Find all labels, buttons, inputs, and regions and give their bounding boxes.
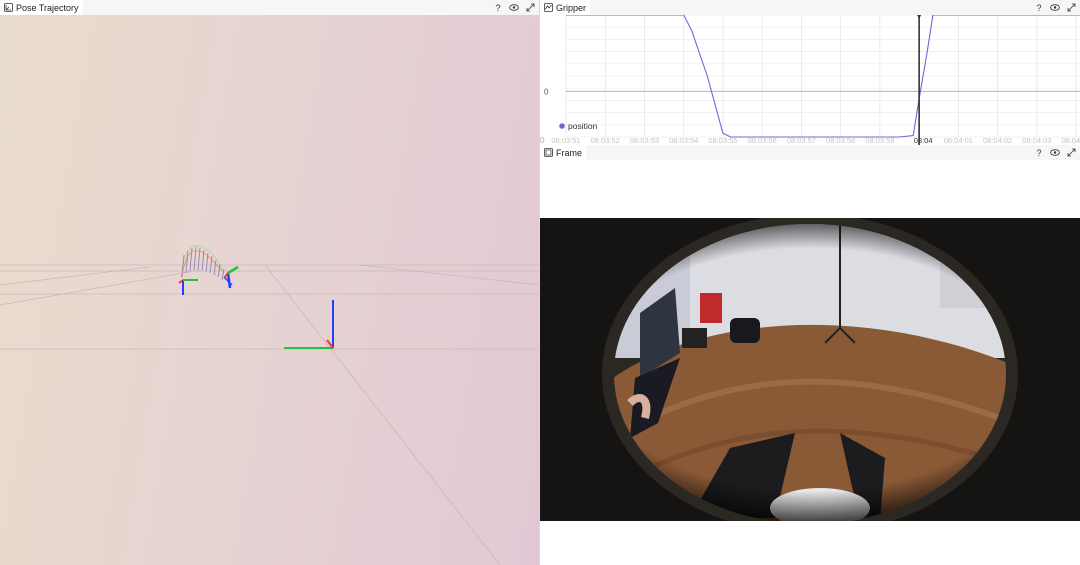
time-cursor-handle[interactable] [917, 15, 922, 19]
camera-frame-image [540, 218, 1080, 521]
x-tick-label: 08:03:58 [826, 136, 855, 145]
spatial-view-icon [4, 3, 13, 12]
trajectory-path [180, 244, 225, 281]
visibility-eye-icon[interactable] [1050, 147, 1060, 159]
help-button[interactable]: ? [1034, 2, 1044, 14]
x-tick-label: 08:03:55 [708, 136, 737, 145]
gripper-time-series-plot[interactable]: 0 0 08:03:51 08:03:52 08:03:53 08:03:54 08:03:… [540, 15, 1080, 145]
x-tick-label: 08:03:57 [787, 136, 816, 145]
maximize-icon[interactable] [1066, 147, 1076, 159]
x-tick-label: 08:04 [914, 136, 933, 145]
tab-gripper[interactable]: Gripper [540, 0, 591, 15]
x-tick-label: 08:04:03 [1022, 136, 1051, 145]
help-button[interactable]: ? [493, 2, 503, 14]
x-tick-label: 08:04:02 [983, 136, 1012, 145]
y-tick-label: 0 [544, 87, 549, 96]
x-tick-label: 08:03:52 [591, 136, 620, 145]
frame-header-actions: ? [1034, 145, 1076, 160]
fisheye-camera-image [540, 218, 1080, 521]
help-button[interactable]: ? [1034, 147, 1044, 159]
image-view-icon [544, 148, 553, 157]
frame-panel-header: Frame ? [540, 145, 1080, 160]
legend-position-swatch [559, 123, 565, 129]
gripper-panel-header: Gripper ? [540, 0, 1080, 15]
x-tick-label: 08:03:53 [630, 136, 659, 145]
time-series-icon [544, 3, 553, 12]
frame-view[interactable] [540, 160, 1080, 565]
chart-legend: position [559, 121, 598, 131]
pose-panel-header: Pose Trajectory ? [0, 0, 539, 15]
x-tick-label: 08:03:59 [865, 136, 894, 145]
pose-panel-title: Pose Trajectory [16, 2, 79, 13]
x-tick-label: 08:03:51 [551, 136, 580, 145]
pose-3d-view[interactable] [0, 15, 539, 565]
origin-axes [284, 300, 334, 349]
visibility-eye-icon[interactable] [1050, 2, 1060, 14]
visibility-eye-icon[interactable] [509, 2, 519, 14]
start-pose-axes [178, 279, 198, 295]
gripper-chart: 0 0 08:03:51 08:03:52 08:03:53 08:03:54 08:03:… [540, 15, 1080, 145]
legend-position-label: position [568, 121, 598, 131]
x-tick-start-label: 0 [540, 136, 545, 145]
frame-panel-title: Frame [556, 147, 583, 158]
x-tick-label: 08:04:04 [1061, 136, 1080, 145]
x-tick-label: 08:04:01 [944, 136, 973, 145]
pose-3d-scene [0, 244, 539, 565]
end-pose-axes [223, 265, 239, 289]
gripper-header-actions: ? [1034, 0, 1076, 15]
tab-frame[interactable]: Frame [540, 145, 587, 160]
x-tick-label: 08:03:56 [748, 136, 777, 145]
pose-header-actions: ? [493, 0, 535, 15]
ground-grid [0, 264, 539, 565]
maximize-icon[interactable] [525, 2, 535, 14]
tab-pose-trajectory[interactable]: Pose Trajectory [0, 0, 83, 15]
x-tick-label: 08:03:54 [669, 136, 698, 145]
gripper-panel-title: Gripper [556, 2, 587, 13]
maximize-icon[interactable] [1066, 2, 1076, 14]
